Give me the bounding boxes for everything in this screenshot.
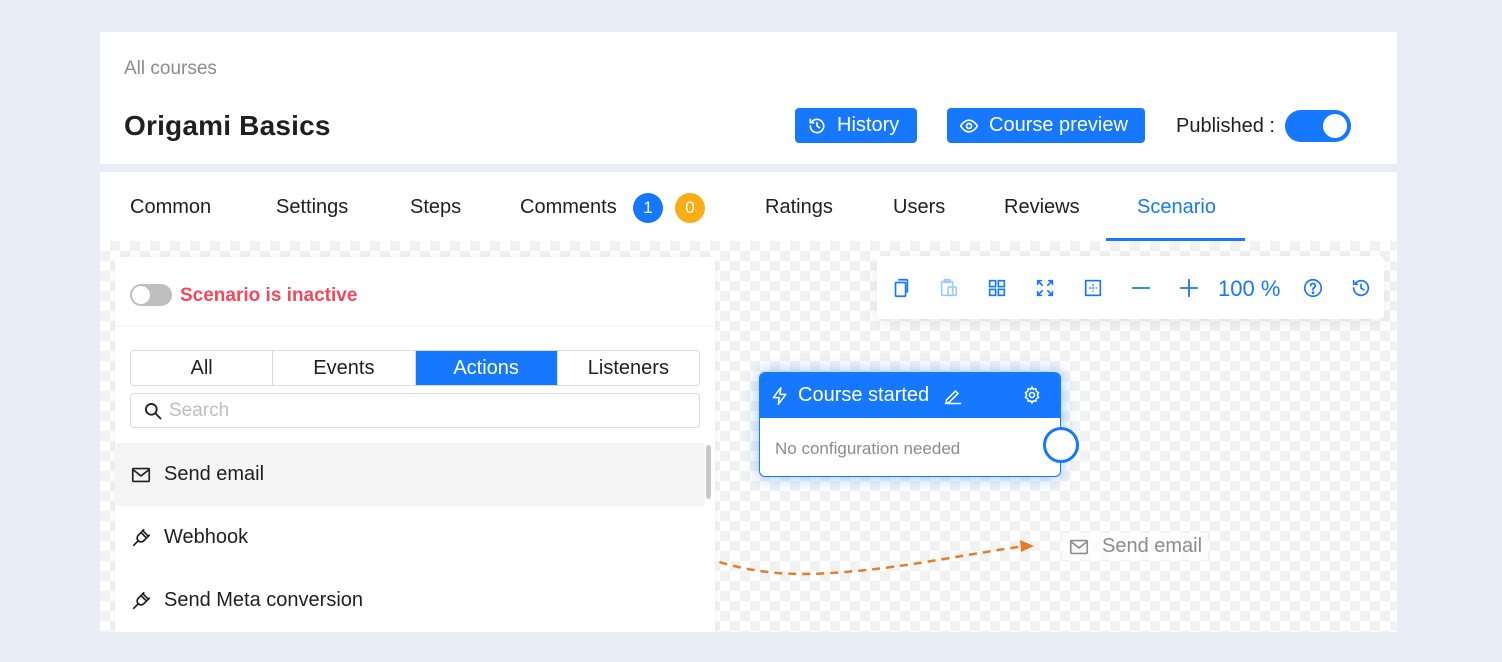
divider <box>115 326 715 327</box>
tab-steps[interactable]: Steps <box>410 196 461 219</box>
select-area-icon <box>1084 279 1102 297</box>
tab-users[interactable]: Users <box>893 196 945 219</box>
list-item-label: Send Meta conversion <box>164 589 364 611</box>
history-icon <box>809 118 825 134</box>
history-button-label: History <box>837 114 900 136</box>
scenario-active-toggle[interactable] <box>130 284 172 306</box>
course-preview-button-label: Course preview <box>989 114 1128 136</box>
toggle-knob <box>1323 114 1347 138</box>
page-title: Origami Basics <box>124 110 331 141</box>
list-item-label: Send email <box>164 463 265 485</box>
edit-icon[interactable] <box>943 386 963 406</box>
eye-icon <box>959 118 979 133</box>
breadcrumb[interactable]: All courses <box>124 58 217 80</box>
search-box <box>130 393 700 428</box>
mail-icon <box>1069 539 1089 554</box>
tab-comments[interactable]: Comments <box>520 196 617 219</box>
tab-settings[interactable]: Settings <box>276 196 348 219</box>
scenario-canvas[interactable]: Scenario is inactive All Events Actions … <box>100 241 1397 632</box>
comments-badge-pending: 0 <box>675 193 705 223</box>
course-header: All courses Origami Basics History Cours… <box>100 32 1397 164</box>
dragged-block-preview: Send email <box>1062 533 1209 560</box>
comments-badge-new: 1 <box>633 193 663 223</box>
history-button[interactable]: History <box>795 108 917 143</box>
course-tabs: Common Settings Steps Comments 1 0 Ratin… <box>100 172 1397 241</box>
scenario-history-button[interactable] <box>1349 276 1373 300</box>
node-description: No configuration needed <box>775 439 961 458</box>
list-item[interactable]: Send Meta conversion <box>115 569 715 632</box>
course-preview-button[interactable]: Course preview <box>947 108 1145 143</box>
filter-listeners[interactable]: Listeners <box>558 351 699 385</box>
filter-events[interactable]: Events <box>273 351 416 385</box>
toggle-knob <box>132 286 150 304</box>
zoom-out-button[interactable] <box>1129 276 1153 300</box>
plus-icon <box>1179 278 1199 298</box>
search-input[interactable] <box>169 399 669 422</box>
node-title: Course started <box>798 384 930 406</box>
canvas-toolbar: 100 % <box>877 256 1384 319</box>
list-scrollbar[interactable] <box>706 445 711 499</box>
list-item-label: Webhook <box>164 526 249 548</box>
help-icon <box>1303 278 1323 298</box>
lightning-icon <box>772 386 787 405</box>
filter-actions[interactable]: Actions <box>415 351 558 385</box>
plug-icon <box>132 528 151 546</box>
mail-icon <box>131 467 151 482</box>
minus-icon <box>1131 287 1151 289</box>
event-node-course-started[interactable]: Course started No configuration needed <box>759 372 1061 477</box>
list-item[interactable]: Send email <box>115 443 705 506</box>
copy-icon <box>894 278 909 298</box>
list-item[interactable]: Webhook <box>115 506 715 569</box>
filter-all[interactable]: All <box>131 351 274 385</box>
paste-button[interactable] <box>937 276 961 300</box>
help-button[interactable] <box>1301 276 1325 300</box>
blocks-panel: Scenario is inactive All Events Actions … <box>115 257 715 632</box>
tab-scenario[interactable]: Scenario <box>1137 196 1216 219</box>
fullscreen-icon <box>1036 279 1054 297</box>
zoom-level: 100 % <box>1218 276 1281 301</box>
layout-grid-button[interactable] <box>985 276 1009 300</box>
grid-icon <box>988 279 1006 297</box>
tab-common[interactable]: Common <box>130 196 211 219</box>
dragged-block-label: Send email <box>1102 535 1203 557</box>
fit-view-button[interactable] <box>1033 276 1057 300</box>
search-icon <box>145 402 162 419</box>
select-area-button[interactable] <box>1081 276 1105 300</box>
history-icon <box>1352 279 1370 297</box>
scenario-status: Scenario is inactive <box>180 285 358 306</box>
paste-icon <box>940 278 958 297</box>
zoom-in-button[interactable] <box>1177 276 1201 300</box>
plug-icon <box>132 591 151 609</box>
published-toggle[interactable] <box>1285 110 1351 142</box>
block-type-filter: All Events Actions Listeners <box>130 350 700 386</box>
copy-button[interactable] <box>889 276 913 300</box>
node-output-port[interactable] <box>1043 427 1079 463</box>
tab-reviews[interactable]: Reviews <box>1004 196 1080 219</box>
published-label: Published : <box>1176 115 1275 137</box>
gear-icon[interactable] <box>1022 385 1042 405</box>
tab-ratings[interactable]: Ratings <box>765 196 833 219</box>
node-header: Course started <box>760 373 1060 418</box>
action-list: Send email Webhook Send Meta conversion <box>115 443 715 632</box>
